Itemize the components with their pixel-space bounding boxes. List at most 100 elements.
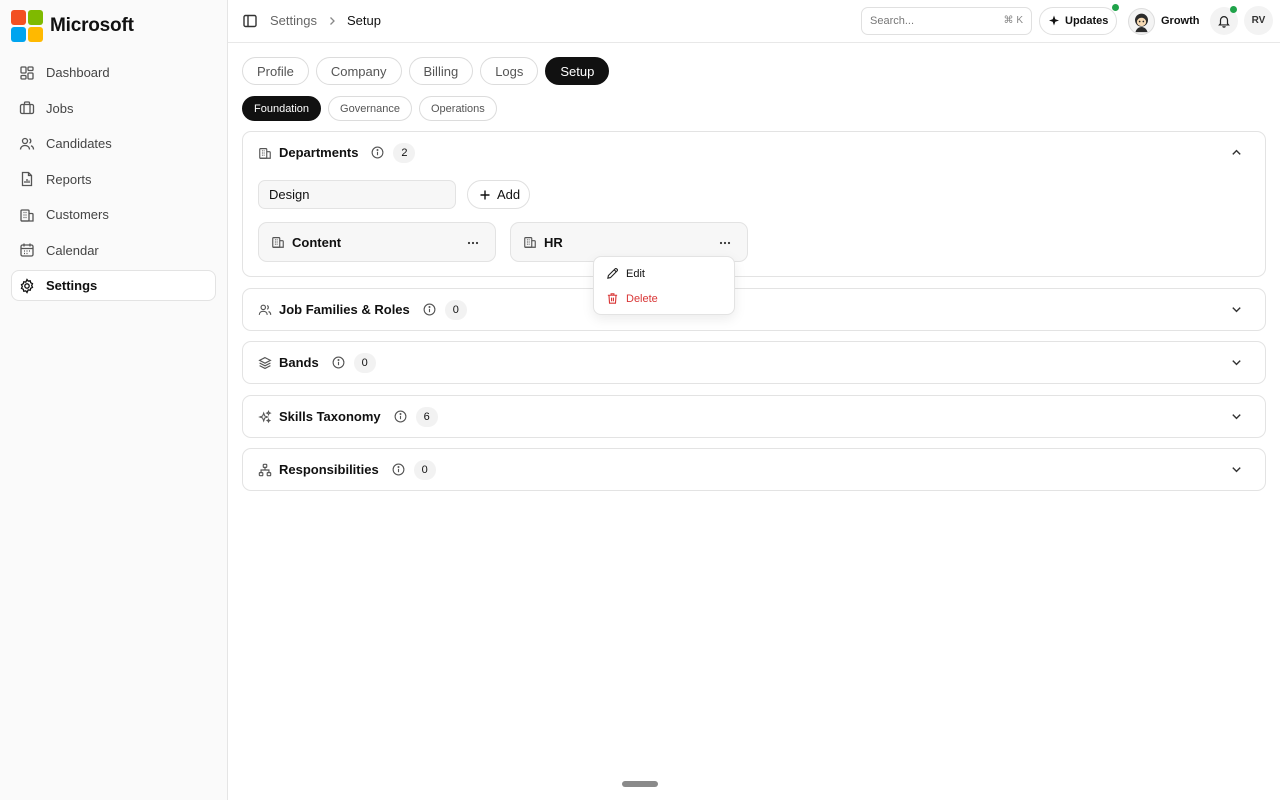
bands-header[interactable]: Bands 0: [243, 342, 1265, 383]
menu-item-label: Delete: [626, 292, 658, 305]
avatar: [1128, 7, 1155, 35]
responsibilities-header[interactable]: Responsibilities 0: [243, 449, 1265, 490]
count-badge: 0: [353, 352, 376, 373]
sidebar-item-calendar[interactable]: Calendar: [11, 235, 216, 266]
departments-header[interactable]: Departments 2: [243, 132, 1265, 173]
add-department-button[interactable]: Add: [467, 180, 530, 209]
section-title: Job Families & Roles: [279, 302, 410, 317]
tab-company[interactable]: Company: [315, 57, 402, 85]
workspace-switcher[interactable]: Growth: [1128, 7, 1200, 35]
info-icon[interactable]: [423, 303, 436, 316]
microsoft-logo-icon: [11, 10, 43, 42]
sidebar: Microsoft Dashboard Jobs Candidates Repo…: [0, 0, 228, 800]
job-families-section: Job Families & Roles 0: [242, 288, 1266, 331]
sidebar-item-reports[interactable]: Reports: [11, 164, 216, 195]
more-horizontal-icon[interactable]: [718, 236, 732, 250]
chevron-down-icon[interactable]: [1230, 356, 1243, 369]
info-icon[interactable]: [332, 356, 345, 369]
sidebar-item-dashboard[interactable]: Dashboard: [11, 57, 216, 88]
skills-taxonomy-header[interactable]: Skills Taxonomy 6: [243, 396, 1265, 437]
subtab-governance[interactable]: Governance: [328, 96, 412, 121]
calendar-icon: [19, 242, 35, 258]
resize-handle[interactable]: [622, 781, 658, 787]
breadcrumb-setup: Setup: [346, 13, 381, 28]
tab-profile[interactable]: Profile: [242, 57, 309, 85]
layers-icon: [258, 356, 272, 370]
sidebar-item-candidates[interactable]: Candidates: [11, 128, 216, 159]
section-title: Skills Taxonomy: [279, 409, 381, 424]
pencil-icon: [606, 267, 619, 280]
sidebar-item-label: Customers: [46, 207, 109, 222]
briefcase-icon: [19, 100, 35, 116]
info-icon[interactable]: [394, 410, 407, 423]
department-name: HR: [544, 234, 563, 250]
sparkle-icon: [1048, 15, 1060, 27]
building-icon: [258, 146, 272, 160]
chevron-down-icon[interactable]: [1230, 410, 1243, 423]
section-title: Responsibilities: [279, 462, 379, 477]
subtab-operations[interactable]: Operations: [418, 96, 497, 121]
search-shortcut: ⌘ K: [1003, 15, 1023, 26]
info-icon[interactable]: [392, 463, 405, 476]
hierarchy-icon: [258, 463, 272, 477]
sidebar-item-label: Candidates: [46, 136, 112, 151]
menu-item-edit[interactable]: Edit: [594, 261, 734, 286]
main-tabs: Profile Company Billing Logs Setup: [242, 57, 616, 85]
chevron-down-icon[interactable]: [1230, 303, 1243, 316]
workspace-label: Growth: [1161, 15, 1200, 27]
breadcrumb: Settings Setup: [270, 13, 381, 28]
department-context-menu: Edit Delete: [593, 256, 735, 315]
departments-section: Departments 2 Design Add Content HR: [242, 131, 1266, 277]
tab-billing[interactable]: Billing: [408, 57, 474, 85]
job-families-header[interactable]: Job Families & Roles 0: [243, 289, 1265, 330]
sidebar-item-label: Reports: [46, 171, 92, 187]
user-avatar[interactable]: RV: [1244, 6, 1273, 35]
brand-name: Microsoft: [50, 15, 134, 36]
updates-button[interactable]: Updates: [1039, 7, 1117, 35]
department-name-input[interactable]: Design: [258, 180, 456, 209]
info-icon[interactable]: [371, 146, 384, 159]
brand[interactable]: Microsoft: [11, 10, 134, 42]
gear-icon: [19, 277, 35, 294]
sidebar-item-jobs[interactable]: Jobs: [11, 93, 216, 124]
building-icon: [19, 207, 35, 223]
chevron-up-icon[interactable]: [1230, 146, 1243, 159]
updates-label: Updates: [1065, 15, 1109, 27]
updates-status-dot: [1112, 4, 1119, 11]
notification-status-dot: [1230, 6, 1237, 13]
sidebar-toggle-icon[interactable]: [242, 13, 258, 29]
bands-section: Bands 0: [242, 341, 1266, 384]
responsibilities-section: Responsibilities 0: [242, 448, 1266, 491]
count-badge: 0: [413, 459, 436, 480]
users-icon: [258, 303, 272, 317]
chevron-down-icon[interactable]: [1230, 463, 1243, 476]
menu-item-label: Edit: [626, 267, 645, 280]
search-input[interactable]: Search... ⌘ K: [861, 7, 1032, 35]
sidebar-item-settings[interactable]: Settings: [11, 270, 216, 301]
subtab-foundation[interactable]: Foundation: [242, 96, 322, 121]
building-icon: [271, 235, 285, 249]
plus-icon: [479, 189, 491, 201]
more-horizontal-icon[interactable]: [466, 236, 480, 250]
sidebar-item-label: Settings: [46, 278, 98, 293]
tab-logs[interactable]: Logs: [480, 57, 539, 85]
section-title: Departments: [279, 145, 359, 160]
sidebar-item-label: Jobs: [46, 100, 74, 116]
sidebar-item-label: Dashboard: [46, 65, 110, 80]
breadcrumb-settings[interactable]: Settings: [270, 13, 317, 28]
sparkles-icon: [258, 409, 272, 424]
section-title: Bands: [279, 355, 319, 370]
report-icon: [19, 171, 35, 187]
trash-icon: [606, 292, 619, 305]
sub-tabs: Foundation Governance Operations: [242, 96, 504, 121]
menu-item-delete[interactable]: Delete: [594, 286, 734, 311]
department-card[interactable]: Content: [258, 222, 496, 262]
tab-setup[interactable]: Setup: [545, 57, 610, 85]
users-icon: [19, 136, 35, 152]
sidebar-item-label: Calendar: [46, 242, 99, 258]
dashboard-icon: [19, 65, 35, 81]
search-placeholder: Search...: [870, 15, 915, 27]
sidebar-item-customers[interactable]: Customers: [11, 199, 216, 230]
count-badge: 0: [444, 299, 467, 320]
sidebar-nav: Dashboard Jobs Candidates Reports Custom…: [11, 57, 216, 306]
